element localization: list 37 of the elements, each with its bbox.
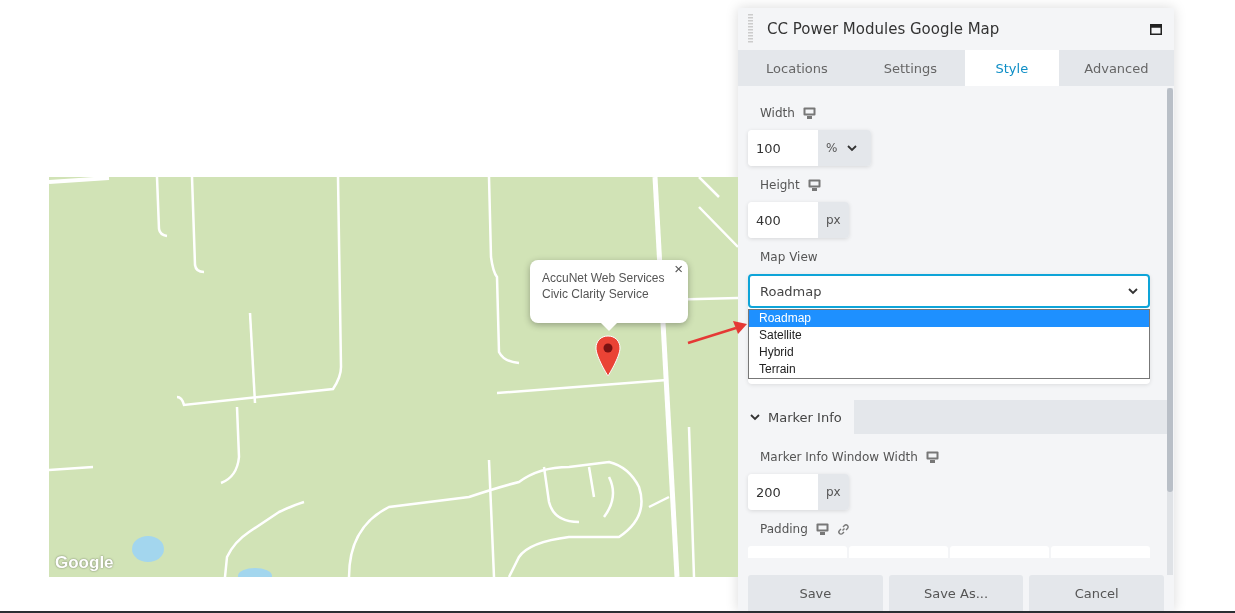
field-label: Map View — [760, 250, 818, 264]
info-window-text: AccuNet Web Services — [542, 270, 666, 286]
footer-button[interactable]: Save — [748, 575, 883, 611]
desktop-icon — [802, 107, 816, 119]
close-button[interactable]: × — [671, 260, 686, 277]
scrollbar[interactable] — [1167, 88, 1173, 575]
chevron-down-icon — [847, 144, 858, 152]
map-pin-icon[interactable] — [595, 335, 621, 377]
panel-title: CC Power Modules Google Map — [767, 20, 1001, 38]
annotation-arrow — [686, 318, 747, 345]
field-label: Width — [760, 106, 795, 120]
number-input[interactable]: 400 — [748, 202, 818, 238]
chevron-down-icon — [1128, 287, 1138, 295]
field-label: Padding — [760, 522, 808, 536]
field-label: Height — [760, 178, 800, 192]
section-toggle[interactable]: Marker Info — [738, 400, 854, 434]
footer-button[interactable]: Cancel — [1029, 575, 1164, 611]
map-view-select[interactable]: Roadmap — [748, 274, 1150, 308]
tab[interactable]: Style — [964, 50, 1059, 86]
info-window-text: Civic Clarity Service — [542, 286, 650, 302]
footer-button[interactable]: Save As... — [888, 575, 1024, 611]
unit-selector[interactable]: px — [818, 474, 849, 510]
map[interactable]: Google AccuNet Web Services Civic Clarity Service × — [49, 177, 738, 577]
map-logo: Google — [55, 553, 114, 573]
maximize-icon[interactable] — [1150, 23, 1162, 35]
link-icon[interactable] — [836, 522, 850, 536]
drag-handle-icon[interactable] — [748, 14, 753, 44]
number-input[interactable]: 200 — [748, 474, 818, 510]
unit-selector[interactable]: % — [818, 130, 872, 166]
field-label: Marker Info Window Width — [760, 450, 918, 464]
chevron-down-icon — [750, 413, 760, 421]
number-input[interactable]: 100 — [748, 130, 818, 166]
desktop-icon — [815, 523, 829, 535]
info-window-pointer — [601, 323, 617, 331]
desktop-icon — [925, 451, 939, 463]
unit-selector[interactable]: px — [818, 202, 849, 238]
desktop-icon — [807, 179, 821, 191]
